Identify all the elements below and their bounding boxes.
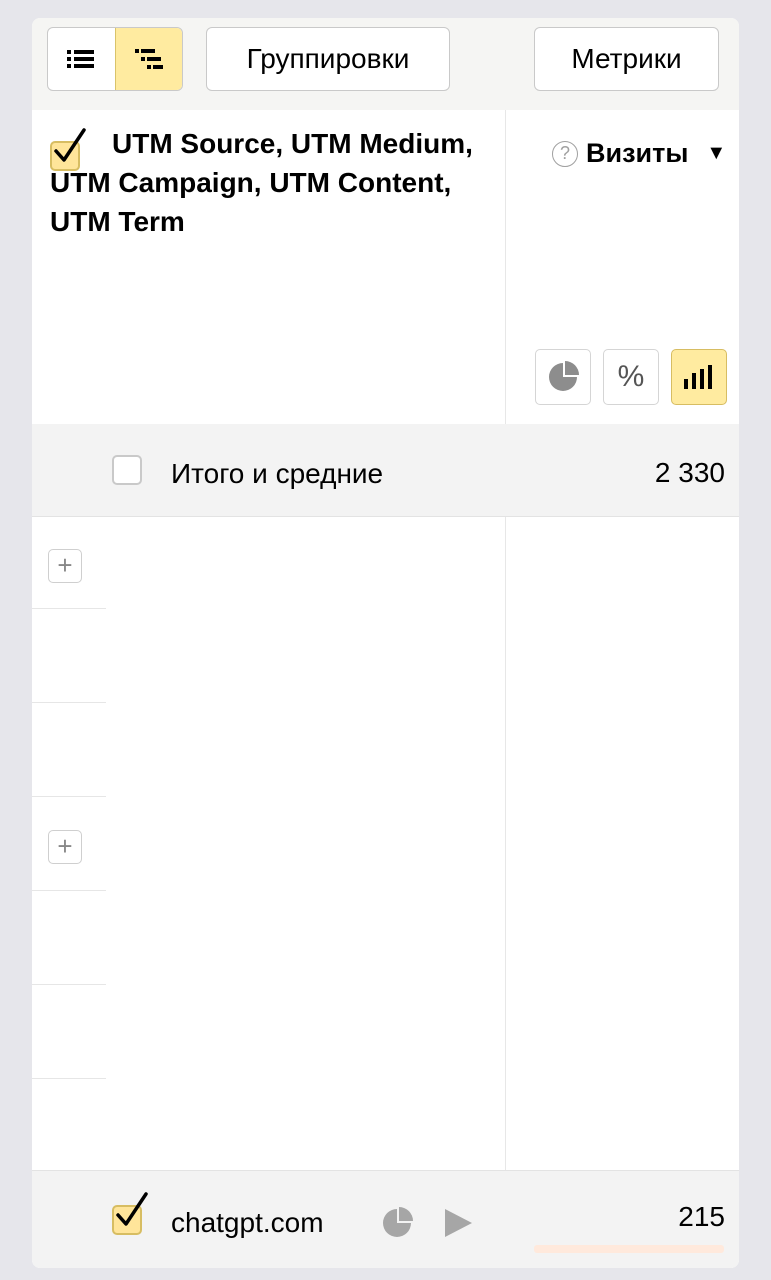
totals-row: Итого и средние 2 330 xyxy=(32,424,739,517)
row-separator xyxy=(32,984,106,985)
row-separator xyxy=(32,890,106,891)
row-play-button[interactable] xyxy=(442,1207,474,1244)
report-table: Группировки Метрики UTM Source, UTM Medi… xyxy=(32,18,739,1268)
row-value-bar xyxy=(534,1245,724,1253)
checkmark-icon xyxy=(116,1192,148,1226)
column-divider xyxy=(505,18,506,1268)
row-label[interactable]: chatgpt.com xyxy=(171,1207,324,1239)
pie-chart-icon xyxy=(549,361,579,391)
row-checkbox[interactable] xyxy=(112,1192,148,1235)
row-pie-button[interactable] xyxy=(380,1206,414,1245)
list-icon xyxy=(67,50,95,68)
dimension-title: UTM Source, UTM Medium, UTM Campaign, UT… xyxy=(50,128,473,237)
pie-chart-button[interactable] xyxy=(535,349,591,405)
row-separator xyxy=(32,608,106,609)
row-value: 215 xyxy=(678,1201,725,1232)
totals-value: 2 330 xyxy=(654,457,725,488)
help-icon[interactable]: ? xyxy=(552,140,578,167)
percent-icon: % xyxy=(617,360,645,393)
row-separator xyxy=(32,796,106,797)
percent-button[interactable]: % xyxy=(603,349,659,405)
expand-row-button[interactable]: + xyxy=(48,830,82,864)
play-icon xyxy=(445,1209,472,1237)
plus-icon: + xyxy=(57,550,73,580)
bar-chart-button[interactable] xyxy=(671,349,727,405)
totals-label: Итого и средние xyxy=(171,458,384,489)
select-all-checkbox[interactable] xyxy=(50,128,86,171)
row-separator xyxy=(32,1078,106,1079)
plus-icon: + xyxy=(57,831,73,861)
view-mode-toggle xyxy=(47,27,183,91)
checkmark-icon xyxy=(54,128,86,162)
expand-row-button[interactable]: + xyxy=(48,549,82,583)
tree-view-button[interactable] xyxy=(114,28,182,90)
bar-chart-icon xyxy=(684,365,712,389)
metric-title: Визиты xyxy=(586,138,689,168)
metric-view-buttons: % xyxy=(535,349,727,405)
toolbar: Группировки Метрики xyxy=(32,18,739,110)
groupings-button[interactable]: Группировки xyxy=(206,27,450,91)
table-row: chatgpt.com 215 xyxy=(32,1170,739,1268)
metric-header[interactable]: ? Визиты ▼ xyxy=(552,138,732,169)
dimension-header: UTM Source, UTM Medium, UTM Campaign, UT… xyxy=(50,124,490,241)
row-separator xyxy=(32,702,106,703)
pie-chart-icon xyxy=(383,1207,413,1237)
totals-checkbox[interactable] xyxy=(112,455,142,485)
metrics-button[interactable]: Метрики xyxy=(534,27,719,91)
list-view-button[interactable] xyxy=(48,28,115,90)
tree-icon xyxy=(134,49,163,69)
sort-desc-icon[interactable]: ▼ xyxy=(706,142,726,165)
